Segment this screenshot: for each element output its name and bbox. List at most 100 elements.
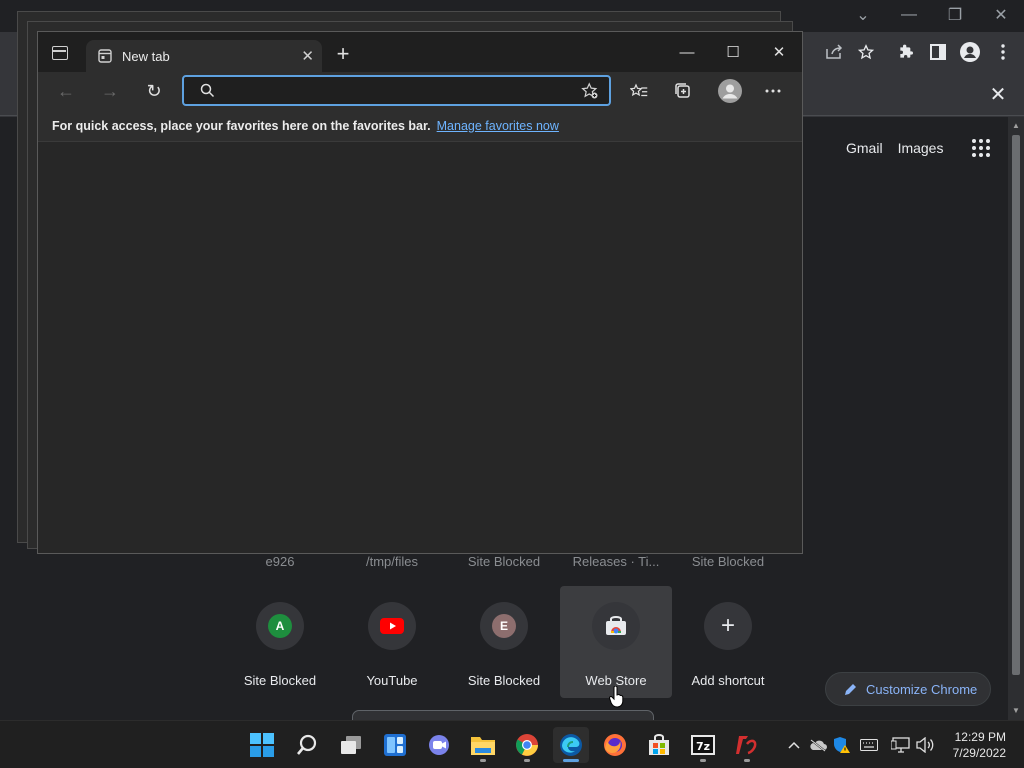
store-taskbar-button[interactable]: [641, 727, 677, 763]
gmail-link[interactable]: Gmail: [846, 140, 883, 156]
favorites-icon[interactable]: [626, 80, 652, 102]
google-header-links: Gmail Images: [846, 139, 991, 157]
shortcut-tile[interactable]: Web Store: [560, 586, 672, 698]
running-indicator: [744, 759, 750, 762]
running-indicator: [700, 759, 706, 762]
shortcut-row: A Site Blocked YouTube E Site Blocked We…: [224, 586, 784, 698]
forward-arrow-icon[interactable]: →: [96, 80, 124, 102]
shortcut-label: Add shortcut: [691, 673, 765, 688]
taskbar-search-button[interactable]: [289, 727, 325, 763]
shortcut-label: YouTube: [366, 673, 418, 688]
edge-page-content: [38, 142, 802, 553]
scrollbar-thumb[interactable]: [1012, 135, 1020, 675]
shortcut-tile[interactable]: E Site Blocked: [448, 586, 560, 698]
scroll-up-icon[interactable]: ▲: [1011, 121, 1021, 131]
7zip-taskbar-button[interactable]: 7z: [685, 727, 721, 763]
new-tab-page-icon: [98, 49, 112, 63]
chrome-taskbar-button[interactable]: [509, 727, 545, 763]
add-shortcut-tile[interactable]: + Add shortcut: [672, 586, 784, 698]
security-warning-icon[interactable]: [832, 734, 852, 756]
widgets-icon: [384, 734, 406, 756]
shortcut-label: Site Blocked: [467, 673, 541, 688]
clock[interactable]: 12:29 PM 7/29/2022: [953, 729, 1006, 761]
images-link[interactable]: Images: [898, 140, 944, 156]
shortcut-label[interactable]: Site Blocked: [672, 554, 784, 569]
refresh-icon[interactable]: ↻: [140, 80, 168, 102]
file-explorer-button[interactable]: [465, 727, 501, 763]
plus-icon: +: [720, 612, 735, 639]
letter-e-icon: E: [492, 614, 516, 638]
settings-more-icon[interactable]: [760, 80, 786, 102]
widgets-button[interactable]: [377, 727, 413, 763]
typora-taskbar-button[interactable]: [729, 727, 765, 763]
7zip-icon: 7z: [691, 735, 715, 755]
shortcut-label[interactable]: Releases · Ti...: [560, 554, 672, 569]
restore-button[interactable]: ❐: [932, 0, 978, 30]
tab-actions-icon[interactable]: [52, 46, 68, 60]
add-favorite-icon[interactable]: [581, 82, 599, 100]
shortcut-icon-circle: A: [256, 602, 304, 650]
web-store-icon: [606, 616, 626, 635]
shortcut-tile[interactable]: A Site Blocked: [224, 586, 336, 698]
profile-icon[interactable]: [955, 38, 985, 66]
tab-title: New tab: [122, 48, 170, 64]
shortcut-label[interactable]: Site Blocked: [448, 554, 560, 569]
shortcut-label[interactable]: /tmp/files: [336, 554, 448, 569]
shortcut-tile[interactable]: YouTube: [336, 586, 448, 698]
google-apps-icon[interactable]: [972, 139, 991, 157]
running-indicator: [524, 759, 530, 762]
clock-date: 7/29/2022: [952, 746, 1006, 760]
side-panel-icon[interactable]: [923, 38, 953, 66]
bookmark-star-icon[interactable]: [851, 38, 881, 66]
minimize-button[interactable]: —: [886, 0, 932, 30]
start-button[interactable]: [244, 727, 280, 763]
collections-icon[interactable]: [670, 80, 696, 102]
menu-icon[interactable]: [988, 38, 1018, 66]
onedrive-icon[interactable]: [808, 734, 828, 756]
edge-taskbar-button[interactable]: [553, 727, 589, 763]
share-icon[interactable]: [819, 38, 849, 66]
show-hidden-icons-icon[interactable]: [784, 734, 804, 756]
svg-text:7z: 7z: [696, 740, 710, 753]
teams-chat-button[interactable]: [421, 727, 457, 763]
clock-time: 12:29 PM: [954, 730, 1006, 744]
scroll-down-icon[interactable]: ▼: [1011, 706, 1021, 716]
shortcut-label[interactable]: e926: [224, 554, 336, 569]
tab-search-icon[interactable]: ⌄: [840, 0, 886, 30]
close-button[interactable]: ✕: [978, 0, 1024, 30]
windows-icon: [250, 733, 274, 757]
chrome-icon: [516, 734, 538, 756]
edge-minimize-button[interactable]: —: [664, 38, 710, 66]
tab-new-tab[interactable]: New tab ✕: [86, 40, 322, 72]
keyboard-icon[interactable]: [859, 734, 879, 756]
shortcut-icon-circle: +: [704, 602, 752, 650]
firefox-taskbar-button[interactable]: [597, 727, 633, 763]
edge-close-button[interactable]: ✕: [756, 38, 802, 66]
edge-toolbar: ← → ↻: [38, 72, 802, 110]
customize-chrome-button[interactable]: Customize Chrome: [825, 672, 991, 706]
favorites-bar-message: For quick access, place your favorites h…: [52, 118, 431, 133]
store-icon: [649, 734, 669, 755]
back-arrow-icon[interactable]: ←: [52, 80, 80, 102]
volume-icon[interactable]: [915, 734, 935, 756]
new-tab-plus-icon[interactable]: +: [333, 42, 353, 66]
edge-maximize-button[interactable]: ☐: [710, 38, 756, 66]
hand-cursor-icon: [609, 686, 624, 708]
tab-close-icon[interactable]: ✕: [301, 47, 314, 65]
extensions-icon[interactable]: [891, 38, 921, 66]
address-bar[interactable]: [182, 75, 611, 106]
letter-a-icon: A: [268, 614, 292, 638]
network-icon[interactable]: [891, 734, 911, 756]
edge-profile-icon[interactable]: [715, 76, 745, 106]
infobar-close-icon[interactable]: ✕: [986, 82, 1010, 106]
taskbar: 7z 12:29 PM 7/29/2022: [0, 720, 1024, 768]
firefox-icon: [604, 734, 626, 756]
task-view-button[interactable]: [333, 727, 369, 763]
youtube-icon: [380, 618, 404, 634]
scrollbar[interactable]: ▲ ▼: [1008, 117, 1024, 720]
running-indicator: [480, 759, 486, 762]
shortcut-icon-circle: [368, 602, 416, 650]
shortcut-label: Site Blocked: [243, 673, 317, 688]
edge-window: New tab ✕ + — ☐ ✕ ← → ↻ For quick access…: [37, 31, 803, 554]
manage-favorites-link[interactable]: Manage favorites now: [437, 119, 559, 133]
